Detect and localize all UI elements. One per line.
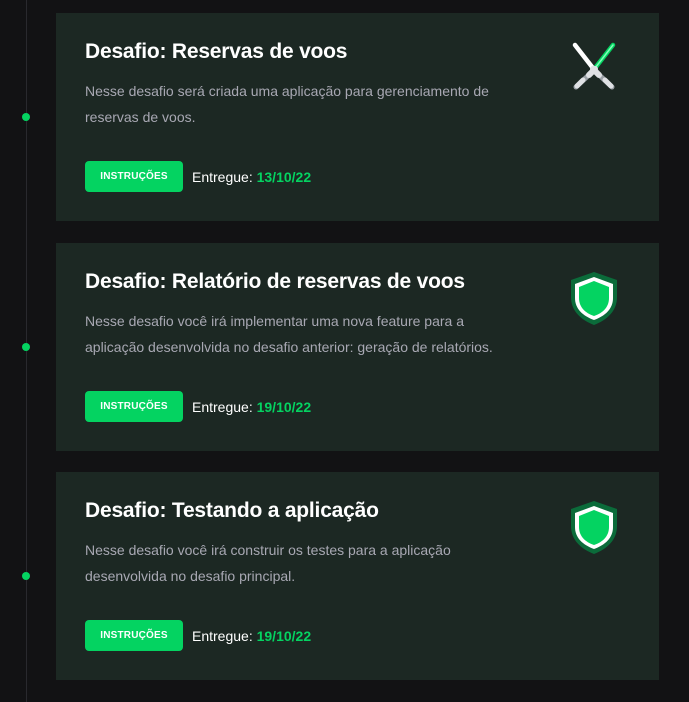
crossed-sabers-icon — [572, 42, 616, 90]
challenge-card: Desafio: Testando a aplicação Nesse desa… — [56, 472, 659, 680]
delivery-info: Entregue: 13/10/22 — [192, 169, 311, 185]
delivery-info: Entregue: 19/10/22 — [192, 628, 311, 644]
challenge-title: Desafio: Relatório de reservas de voos — [85, 270, 465, 293]
challenge-card: Desafio: Relatório de reservas de voos N… — [56, 243, 659, 451]
challenge-description: Nesse desafio você irá construir os test… — [85, 542, 451, 584]
delivery-date: 19/10/22 — [256, 399, 312, 415]
challenge-description: Nesse desafio você irá implementar uma n… — [85, 313, 493, 355]
delivery-info: Entregue: 19/10/22 — [192, 399, 311, 415]
challenge-title: Desafio: Reservas de voos — [85, 40, 348, 63]
challenge-title: Desafio: Testando a aplicação — [85, 499, 379, 522]
timeline-dot — [22, 113, 30, 121]
timeline-line — [26, 0, 27, 702]
delivery-date: 19/10/22 — [256, 628, 312, 644]
delivery-label: Entregue: — [192, 169, 253, 185]
challenge-description: Nesse desafio será criada uma aplicação … — [85, 83, 489, 125]
delivery-label: Entregue: — [192, 628, 253, 644]
challenge-card: Desafio: Reservas de voos Nesse desafio … — [56, 13, 659, 221]
delivery-date: 13/10/22 — [256, 169, 312, 185]
instructions-button[interactable]: INSTRUÇÕES — [85, 391, 183, 422]
instructions-button[interactable]: INSTRUÇÕES — [85, 620, 183, 651]
shield-icon — [571, 501, 617, 554]
delivery-label: Entregue: — [192, 399, 253, 415]
instructions-button[interactable]: INSTRUÇÕES — [85, 161, 183, 192]
timeline-dot — [22, 572, 30, 580]
shield-icon — [571, 272, 617, 325]
timeline-dot — [22, 343, 30, 351]
